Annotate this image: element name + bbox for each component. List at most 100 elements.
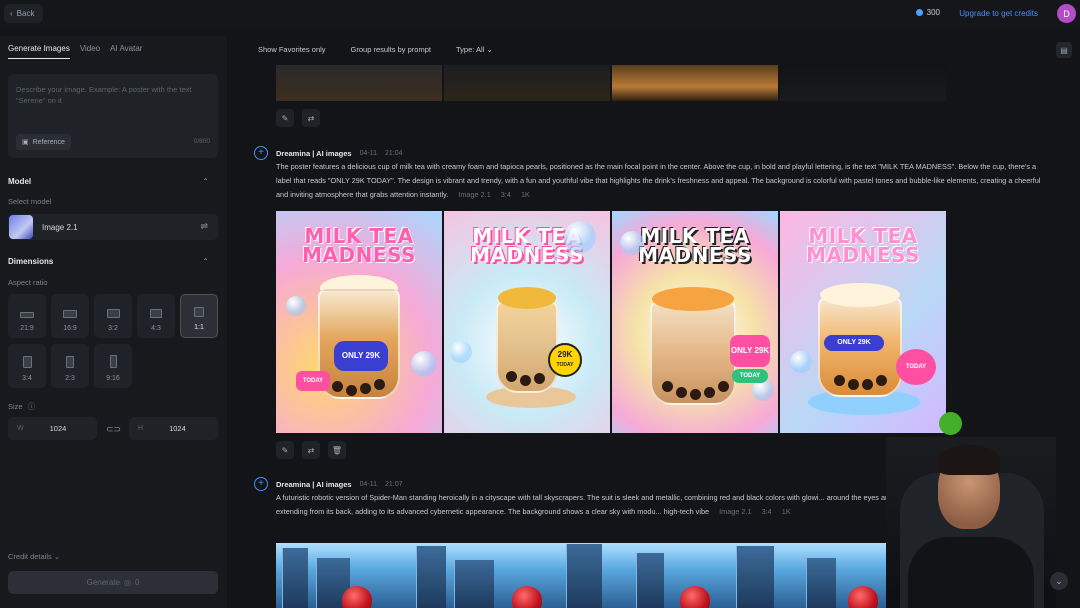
price-text: ONLY 29K [837, 339, 871, 346]
result-image[interactable] [780, 65, 946, 101]
generation-time: 21:04 [385, 149, 403, 157]
result-image[interactable] [444, 65, 610, 101]
pearl-shape [374, 379, 385, 390]
ratio-label: 4:3 [151, 325, 161, 332]
model-selector[interactable]: Image 2.1 ⇌ [8, 214, 218, 240]
bubble-shape [450, 341, 472, 363]
tag-badge: TODAY [296, 371, 330, 391]
pearl-shape [848, 379, 859, 390]
collapse-model-icon[interactable]: ⌃ [202, 177, 209, 186]
credit-icon: ◎ [123, 578, 131, 587]
regenerate-icon[interactable]: ⇄ [302, 109, 320, 127]
plus-circle-icon[interactable]: + [254, 146, 268, 160]
results-toolbar: Show Favorites only Group results by pro… [258, 45, 493, 54]
generate-button[interactable]: Generate ◎ 0 [8, 571, 218, 594]
result-image[interactable]: MILK TEA MADNESS ONLY 29K TODAY [612, 211, 778, 433]
credit-details-toggle[interactable]: Credit details ⌄ [8, 552, 60, 561]
prompt-placeholder: Describe your image. Example: A poster w… [16, 85, 192, 105]
tab-ai-avatar[interactable]: AI Avatar [110, 44, 142, 59]
trash-icon[interactable]: 🗑 [328, 441, 346, 459]
ratio-option-1-1[interactable]: 1:1 [180, 294, 218, 338]
pearl-shape [520, 375, 531, 386]
ratio-label: 16:9 [63, 325, 77, 332]
robot-figure [342, 586, 372, 608]
credits-value: 300 [926, 8, 940, 17]
regenerate-icon[interactable]: ⇄ [302, 441, 320, 459]
tag-text: TODAY [739, 373, 761, 379]
edit-icon[interactable]: ✎ [276, 109, 294, 127]
ratio-shape-icon [66, 356, 74, 368]
credits-display: 300 [915, 8, 940, 17]
price-text: ONLY 29K [341, 351, 381, 360]
edit-icon[interactable]: ✎ [276, 441, 294, 459]
collapse-dimensions-icon[interactable]: ⌃ [202, 257, 209, 266]
ratio-option-9-16[interactable]: 9:16 [94, 344, 132, 388]
ratio-label: 1:1 [194, 324, 204, 331]
result-image-strip[interactable] [276, 543, 890, 608]
ratio-label: 3:2 [108, 325, 118, 332]
pearl-shape [346, 385, 357, 396]
price-badge: ONLY 29K [824, 335, 884, 351]
reference-label: Reference [32, 138, 65, 146]
reference-button[interactable]: ▣ Reference [16, 134, 71, 150]
model-name: Image 2.1 [42, 222, 78, 232]
poster-title: MILK TEA MADNESS [302, 224, 416, 267]
generate-label: Generate [86, 578, 120, 587]
back-button[interactable]: ‹ Back [4, 4, 44, 23]
tag-badge: TODAY [896, 349, 936, 385]
tab-generate-images[interactable]: Generate Images [8, 44, 70, 59]
settings-sliders-icon[interactable]: ⇌ [200, 221, 208, 232]
ratio-option-21-9[interactable]: 21:9 [8, 294, 46, 338]
foam-shape [820, 283, 900, 307]
result-image[interactable] [276, 65, 442, 101]
webcam-overlay [886, 437, 1056, 608]
folder-icon[interactable]: ▤ [1056, 42, 1072, 58]
image-icon: ▣ [22, 139, 29, 146]
pearl-shape [534, 373, 545, 384]
ratio-option-2-3[interactable]: 2:3 [51, 344, 89, 388]
generation-date: 04-11 [359, 149, 377, 157]
upgrade-link[interactable]: Upgrade to get credits [959, 9, 1038, 18]
plus-circle-icon[interactable]: + [254, 477, 268, 491]
height-field[interactable]: H 1024 [129, 417, 218, 440]
ratio-shape-icon [106, 309, 120, 318]
width-letter: W [17, 425, 24, 432]
generation-time: 21:07 [385, 480, 403, 488]
width-field[interactable]: W 1024 [8, 417, 97, 440]
link-icon[interactable]: ⊂⊃ [106, 424, 121, 435]
result-image[interactable]: MILK TEA MADNESS 29K TODAY [444, 211, 610, 433]
result-image[interactable] [612, 65, 778, 101]
info-icon: ⓘ [27, 402, 36, 411]
generation-date: 04-11 [359, 480, 377, 488]
scroll-down-icon[interactable]: ⌄ [1050, 572, 1068, 590]
show-favorites-toggle[interactable]: Show Favorites only [258, 45, 326, 54]
ratio-shape-icon [109, 355, 117, 368]
pearl-shape [332, 381, 343, 392]
generation-prompt: The poster features a delicious cup of m… [276, 160, 1046, 202]
top-bar: ‹ Back 300 Upgrade to get credits D [0, 0, 1080, 28]
bubble-shape [286, 296, 306, 316]
group-results-toggle[interactable]: Group results by prompt [351, 45, 431, 54]
type-filter-dropdown[interactable]: Type: All ⌄ [456, 45, 493, 54]
generation-header: + Dreamina | AI images 04-11 21:07 [254, 477, 403, 491]
tab-video[interactable]: Video [80, 44, 100, 59]
avatar[interactable]: D [1057, 4, 1076, 23]
credit-icon [915, 9, 923, 16]
tag-text: TODAY [556, 362, 574, 368]
robot-figure [680, 586, 710, 608]
ratio-option-4-3[interactable]: 4:3 [137, 294, 175, 338]
chevron-down-icon: ⌄ [486, 45, 493, 54]
chevron-down-icon: ⌄ [53, 552, 61, 561]
ratio-option-3-4[interactable]: 3:4 [8, 344, 46, 388]
model-section-title: Model [8, 177, 32, 186]
image-actions: ✎ ⇄ 🗑 [276, 441, 346, 459]
result-image[interactable]: MILK TEA MADNESS ONLY 29K TODAY [276, 211, 442, 433]
building-shape [416, 546, 446, 608]
prompt-input[interactable]: Describe your image. Example: A poster w… [8, 74, 218, 158]
result-image[interactable]: MILK TEA MADNESS ONLY 29K TODAY [780, 211, 946, 433]
generation-title: Dreamina | AI images [276, 148, 352, 158]
ratio-option-3-2[interactable]: 3:2 [94, 294, 132, 338]
foam-shape [652, 287, 734, 311]
robot-figure [512, 586, 542, 608]
ratio-option-16-9[interactable]: 16:9 [51, 294, 89, 338]
